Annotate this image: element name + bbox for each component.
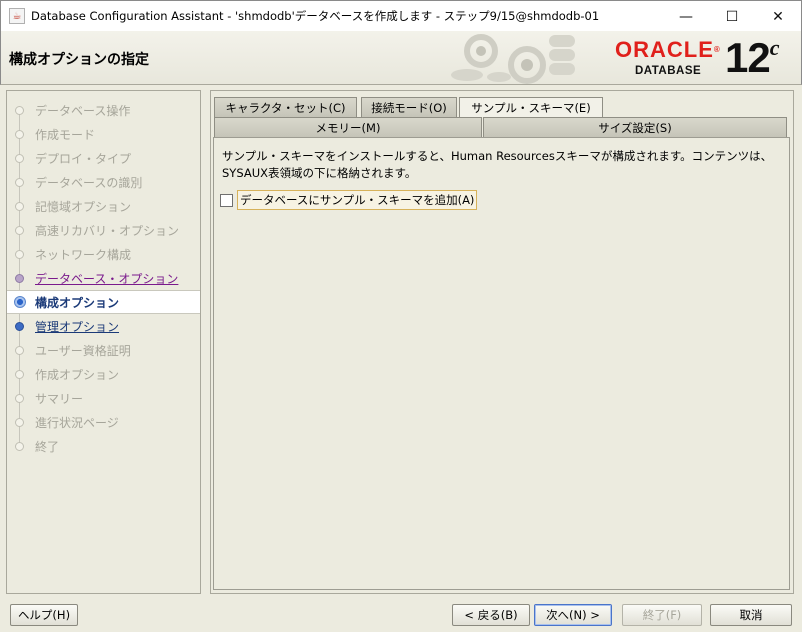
step-status-icon	[15, 393, 24, 403]
step-item[interactable]: 高速リカバリ・オプション	[7, 218, 200, 242]
step-item[interactable]: データベース操作	[7, 98, 200, 122]
help-button[interactable]: ヘルプ(H)	[10, 604, 78, 626]
tab-character-set[interactable]: キャラクタ・セット(C)	[214, 97, 357, 117]
window-title: Database Configuration Assistant - 'shmd…	[31, 9, 600, 23]
step-item[interactable]: データベース・オプション	[7, 266, 200, 290]
step-item[interactable]: 記憶域オプション	[7, 194, 200, 218]
step-item: ユーザー資格証明	[7, 338, 200, 362]
step-item: 終了	[7, 434, 200, 458]
tab-connection-mode[interactable]: 接続モード(O)	[361, 97, 457, 117]
step-status-icon	[15, 441, 24, 451]
add-sample-schema-row[interactable]: データベースにサンプル・スキーマを追加(A)	[220, 190, 478, 210]
step-label: 記憶域オプション	[35, 199, 132, 214]
add-sample-schema-label[interactable]: データベースにサンプル・スキーマを追加(A)	[237, 190, 478, 210]
step-label: 構成オプション	[35, 295, 120, 310]
step-status-icon	[15, 177, 24, 187]
tab-memory[interactable]: メモリー(M)	[214, 117, 482, 137]
step-item: サマリー	[7, 386, 200, 410]
step-label: データベース・オプション	[35, 271, 179, 286]
oracle-logo: ORACLE® DATABASE	[615, 37, 721, 78]
step-status-icon	[15, 105, 24, 115]
step-status-icon	[15, 129, 24, 139]
tab-sample-schemas[interactable]: サンプル・スキーマ(E)	[459, 97, 603, 117]
step-item: 構成オプション	[7, 290, 200, 314]
sample-schema-description: サンプル・スキーマをインストールすると、Human Resourcesスキーマが…	[222, 149, 773, 180]
step-label: データベース操作	[35, 103, 131, 118]
step-status-icon	[15, 369, 24, 379]
close-button[interactable]: ✕	[755, 1, 801, 32]
page-title: 構成オプションの指定	[9, 52, 149, 68]
tab-content-sample-schemas: サンプル・スキーマをインストールすると、Human Resourcesスキーマが…	[213, 137, 790, 590]
step-label: 管理オプション	[35, 319, 120, 334]
step-item: 作成オプション	[7, 362, 200, 386]
step-item[interactable]: 管理オプション	[7, 314, 200, 338]
step-label: 進行状況ページ	[35, 415, 119, 430]
step-label: デプロイ・タイプ	[35, 151, 132, 166]
step-label: ネットワーク構成	[35, 247, 132, 262]
step-label: サマリー	[35, 391, 84, 406]
version-badge: 12c	[725, 34, 779, 81]
step-status-icon	[15, 417, 24, 427]
step-item[interactable]: 作成モード	[7, 122, 200, 146]
add-sample-schema-checkbox[interactable]	[220, 193, 233, 207]
step-status-icon	[15, 321, 24, 331]
back-button[interactable]: < 戻る(B)	[452, 604, 530, 626]
step-status-icon	[15, 273, 24, 283]
step-status-icon	[14, 296, 26, 308]
step-label: 作成モード	[35, 127, 96, 142]
next-button[interactable]: 次へ(N) >	[534, 604, 612, 626]
step-item[interactable]: ネットワーク構成	[7, 242, 200, 266]
step-status-icon	[15, 201, 24, 211]
java-app-icon: ☕	[9, 8, 25, 24]
step-label: 作成オプション	[35, 367, 120, 382]
step-status-icon	[15, 225, 24, 235]
step-item: 進行状況ページ	[7, 410, 200, 434]
window-titlebar: ☕ Database Configuration Assistant - 'sh…	[0, 0, 802, 31]
step-label: 終了	[35, 439, 60, 454]
step-status-icon	[15, 345, 24, 355]
steps-sidebar: データベース操作 作成モードデプロイ・タイプ データベースの識別 記憶域オプション高速…	[6, 90, 201, 594]
step-item[interactable]: デプロイ・タイプ	[7, 146, 200, 170]
step-status-icon	[15, 153, 24, 163]
maximize-button[interactable]: ☐	[709, 1, 755, 32]
finish-button[interactable]: 終了(F)	[622, 604, 702, 626]
tab-sizing[interactable]: サイズ設定(S)	[483, 117, 787, 137]
cancel-button[interactable]: 取消	[710, 604, 792, 626]
main-panel: キャラクタ・セット(C) 接続モード(O) サンプル・スキーマ(E) メモリー(…	[210, 90, 794, 594]
database-label: DATABASE	[635, 65, 702, 77]
step-label: 高速リカバリ・オプション	[35, 223, 180, 238]
header-banner: 構成オプションの指定 ORACLE® DATABASE 12c	[0, 31, 802, 85]
minimize-button[interactable]: —	[663, 1, 709, 32]
step-label: データベースの識別	[35, 175, 143, 190]
step-item[interactable]: データベースの識別	[7, 170, 200, 194]
step-status-icon	[15, 249, 24, 259]
gears-graphic	[451, 34, 575, 84]
step-label: ユーザー資格証明	[35, 343, 131, 358]
